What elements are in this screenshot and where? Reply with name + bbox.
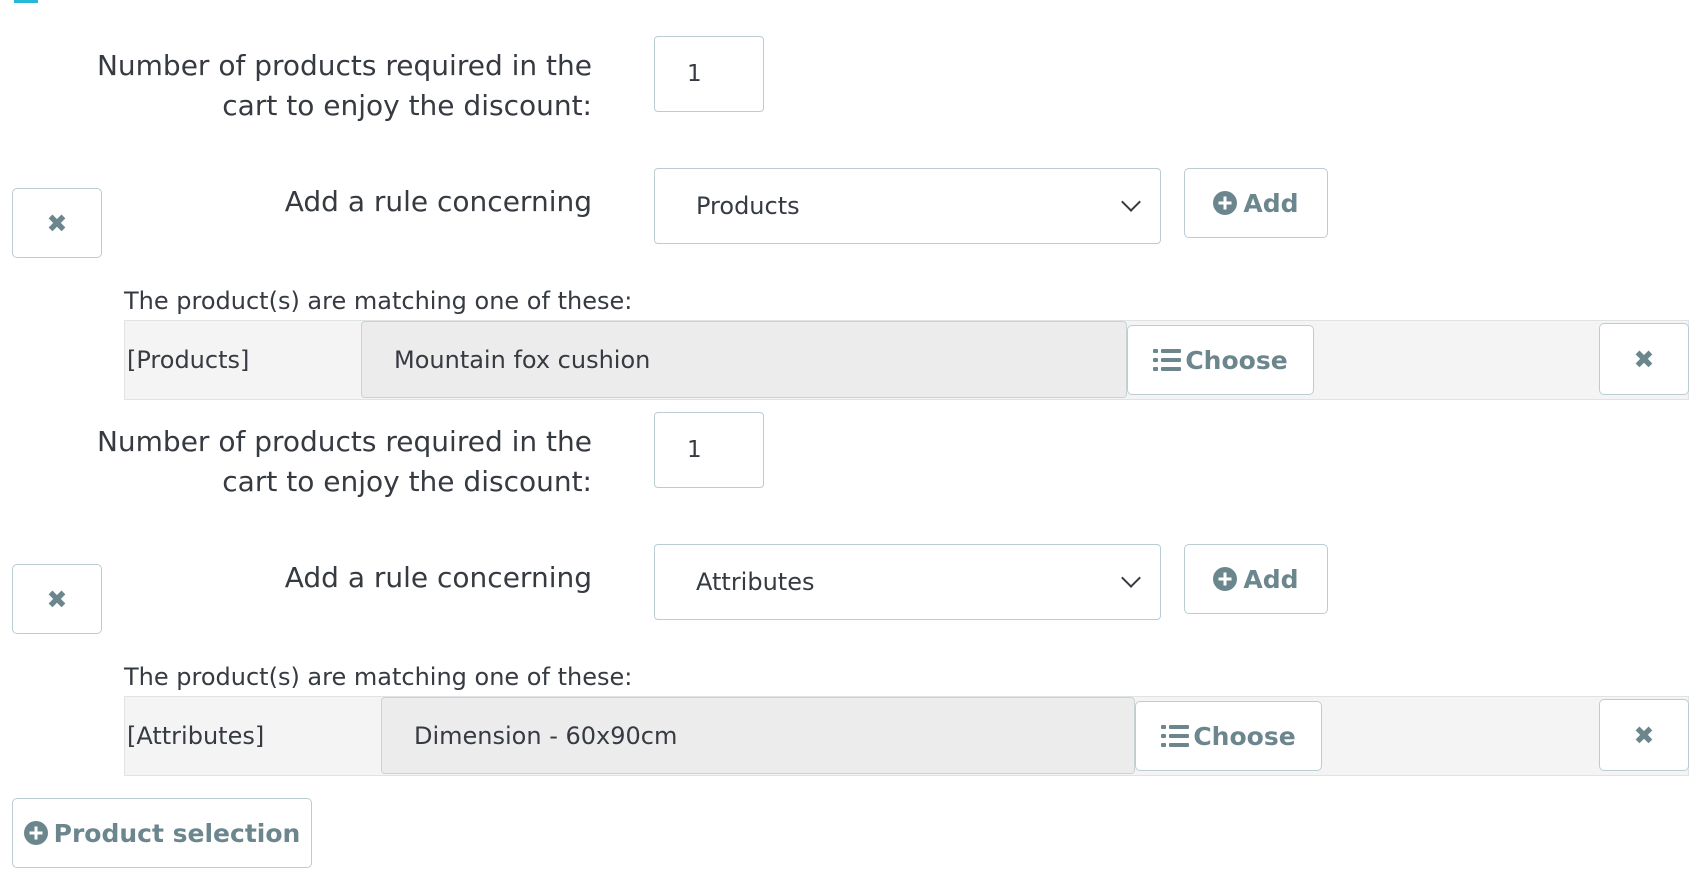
close-icon: ✖: [1633, 720, 1655, 750]
rule-label: Add a rule concerning: [284, 561, 592, 594]
qty-label-line2: cart to enjoy the discount:: [222, 89, 592, 122]
top-accent-bar: [14, 0, 38, 3]
qty-label: Number of products required in the cart …: [52, 46, 592, 126]
qty-label-line2: cart to enjoy the discount:: [222, 465, 592, 498]
rule-type-label: [Products]: [127, 346, 250, 374]
rule-panel: [Attributes] Dimension - 60x90cm Choose …: [124, 696, 1689, 776]
qty-input[interactable]: [654, 412, 764, 488]
choose-label: Choose: [1185, 345, 1288, 375]
rule-value-field[interactable]: Dimension - 60x90cm: [381, 697, 1135, 774]
remove-rule-button[interactable]: ✖: [1599, 699, 1689, 771]
qty-label-line1: Number of products required in the: [96, 49, 592, 82]
rule-label: Add a rule concerning: [284, 185, 592, 218]
rule-value-field[interactable]: Mountain fox cushion: [361, 321, 1127, 398]
choose-button[interactable]: Choose: [1127, 325, 1314, 395]
list-icon: [1153, 349, 1182, 371]
qty-label-line1: Number of products required in the: [96, 425, 592, 458]
chevron-down-icon: [1121, 568, 1141, 588]
product-selection-button[interactable]: Product selection: [12, 798, 312, 868]
product-selection-label: Product selection: [53, 818, 301, 848]
add-rule-button[interactable]: Add: [1184, 168, 1328, 238]
list-icon: [1161, 725, 1190, 747]
choose-button[interactable]: Choose: [1135, 701, 1322, 771]
plus-circle-icon: [1213, 191, 1238, 215]
plus-circle-icon: [23, 821, 48, 845]
chevron-down-icon: [1121, 192, 1141, 212]
rule-type-select[interactable]: Products: [654, 168, 1161, 244]
remove-rule-button[interactable]: ✖: [1599, 323, 1689, 395]
choose-label: Choose: [1193, 721, 1296, 751]
rule-type-select-value: Products: [696, 192, 800, 220]
add-rule-button[interactable]: Add: [1184, 544, 1328, 614]
qty-input[interactable]: [654, 36, 764, 112]
matching-label: The product(s) are matching one of these…: [124, 287, 633, 315]
close-icon: ✖: [1633, 344, 1655, 374]
matching-label: The product(s) are matching one of these…: [124, 663, 633, 691]
plus-circle-icon: [1213, 567, 1238, 591]
qty-label: Number of products required in the cart …: [52, 422, 592, 502]
add-rule-label: Add: [1243, 564, 1299, 594]
rule-type-select-value: Attributes: [696, 568, 815, 596]
add-rule-label: Add: [1243, 188, 1299, 218]
rule-type-select[interactable]: Attributes: [654, 544, 1161, 620]
rule-type-label: [Attributes]: [127, 722, 265, 750]
rule-panel: [Products] Mountain fox cushion Choose ✖: [124, 320, 1689, 400]
